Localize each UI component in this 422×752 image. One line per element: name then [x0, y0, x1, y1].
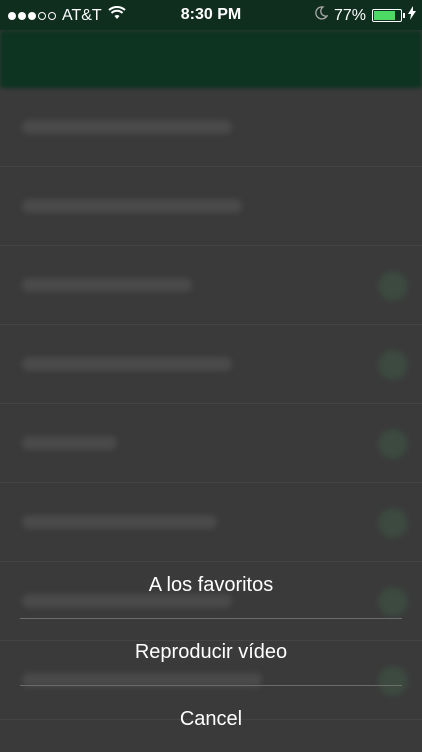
- add-to-favorites-button[interactable]: A los favoritos: [0, 552, 422, 618]
- status-bar: AT&T 8:30 PM 77%: [0, 0, 422, 30]
- play-video-button[interactable]: Reproducir vídeo: [0, 619, 422, 685]
- charging-bolt-icon: [408, 6, 416, 25]
- list-item: [0, 404, 422, 483]
- status-right: 77%: [314, 6, 416, 25]
- blurred-text: [22, 515, 217, 529]
- action-sheet: A los favoritos Reproducir vídeo Cancel: [0, 552, 422, 750]
- blurred-text: [22, 199, 242, 213]
- list-item: [0, 246, 422, 325]
- blurred-text: [22, 436, 117, 450]
- blurred-favorite-icon: [378, 350, 408, 380]
- moon-icon: [314, 6, 329, 25]
- blurred-text: [22, 278, 192, 292]
- battery-percent: 77%: [333, 6, 366, 24]
- battery-icon: [372, 9, 405, 22]
- list-item: [0, 483, 422, 562]
- blurred-text: [22, 357, 232, 371]
- blurred-favorite-icon: [378, 508, 408, 538]
- app-header-dimmed: [0, 30, 422, 88]
- blurred-text: [22, 120, 232, 134]
- blurred-favorite-icon: [378, 271, 408, 301]
- list-item: [0, 88, 422, 167]
- list-item: [0, 325, 422, 404]
- cancel-button[interactable]: Cancel: [0, 686, 422, 752]
- list-item: [0, 167, 422, 246]
- blurred-favorite-icon: [378, 429, 408, 459]
